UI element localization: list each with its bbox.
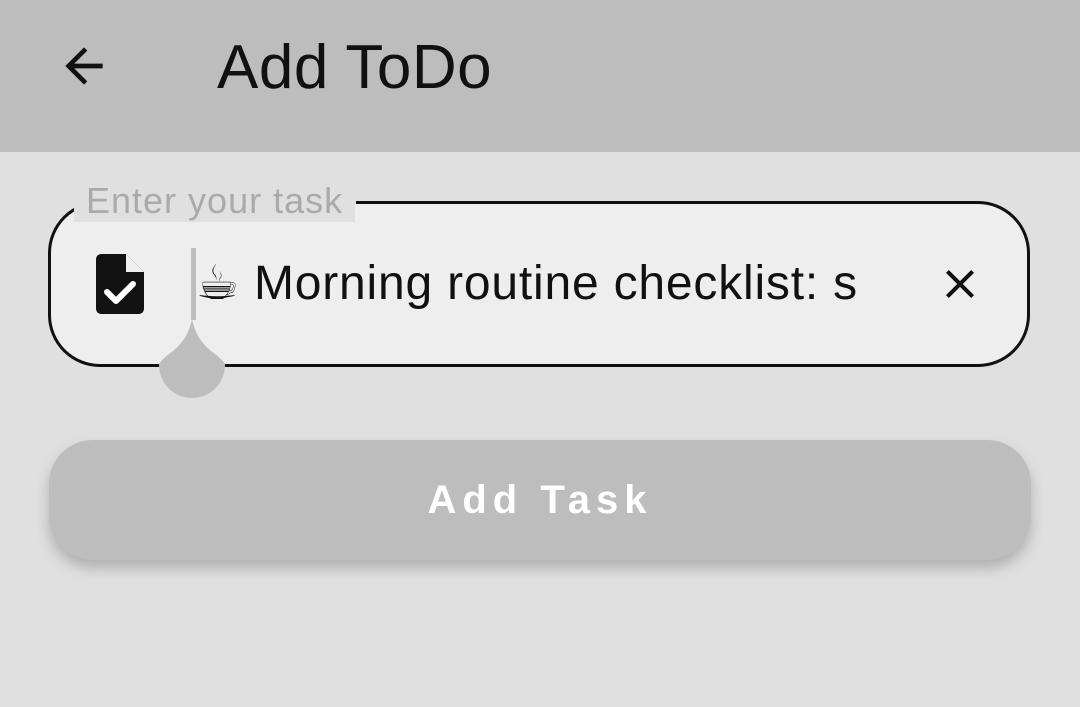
cursor-handle[interactable] bbox=[159, 318, 225, 398]
arrow-back-icon bbox=[56, 38, 112, 99]
text-cursor bbox=[191, 248, 196, 320]
add-task-button[interactable]: Add Task bbox=[49, 440, 1031, 560]
file-check-icon bbox=[96, 254, 144, 314]
add-task-button-label: Add Task bbox=[427, 477, 653, 522]
task-input[interactable]: ☕ Morning routine checklist: s bbox=[196, 250, 888, 320]
add-todo-screen: Add ToDo Enter your task ☕ Morning routi… bbox=[0, 0, 1080, 707]
back-button[interactable] bbox=[44, 28, 124, 108]
app-bar: Add ToDo bbox=[0, 0, 1080, 152]
page-title: Add ToDo bbox=[217, 33, 493, 102]
close-icon bbox=[936, 260, 984, 313]
task-input-label: Enter your task bbox=[74, 180, 356, 222]
clear-button[interactable] bbox=[928, 254, 992, 318]
